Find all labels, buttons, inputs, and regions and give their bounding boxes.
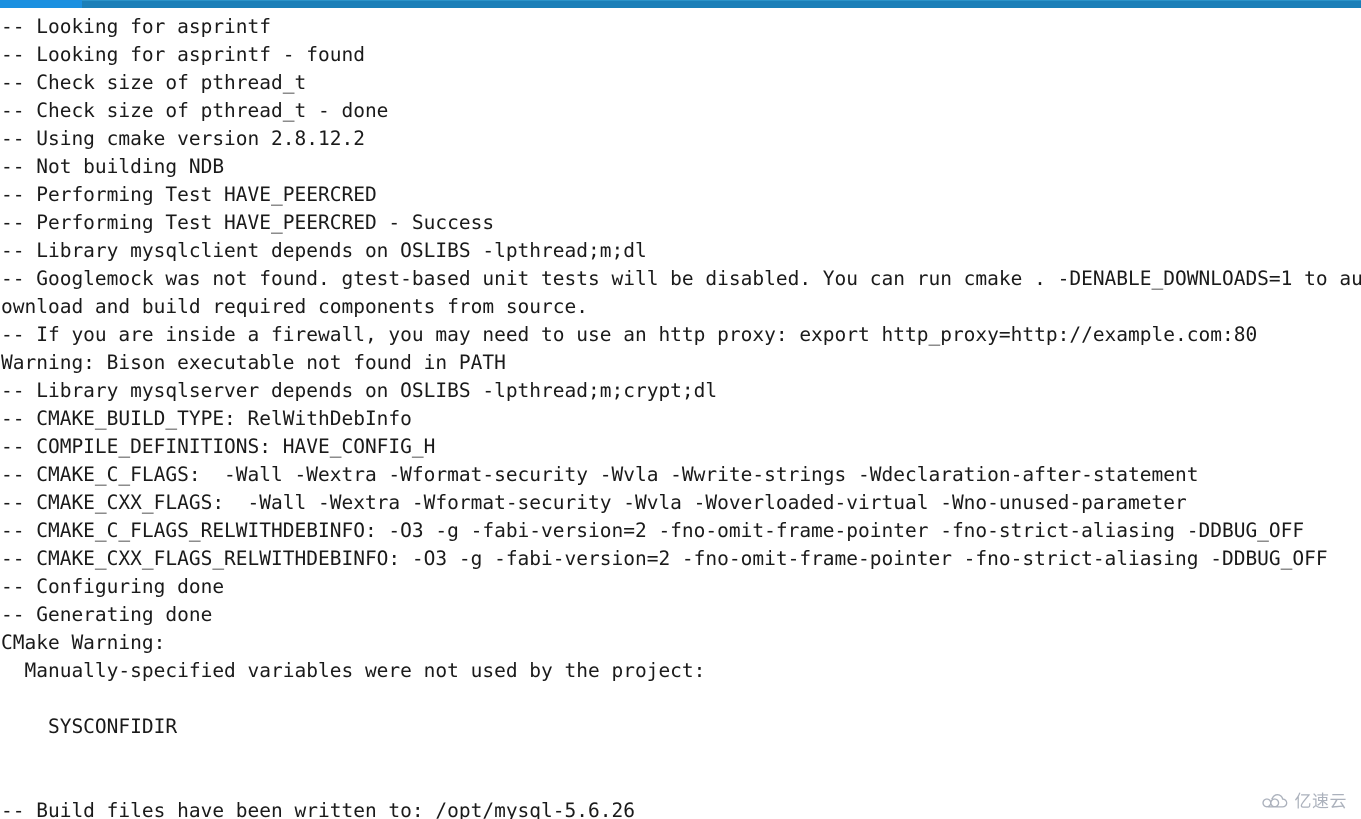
terminal-line: -- COMPILE_DEFINITIONS: HAVE_CONFIG_H: [1, 435, 436, 458]
terminal-line: -- Library mysqlserver depends on OSLIBS…: [1, 379, 718, 402]
title-bar-background: [82, 0, 1361, 8]
terminal-line: -- CMAKE_CXX_FLAGS_RELWITHDEBINFO: -O3 -…: [1, 547, 1328, 570]
terminal-line: -- Performing Test HAVE_PEERCRED - Succe…: [1, 211, 495, 234]
terminal-line: -- Check size of pthread_t: [1, 71, 307, 94]
terminal-line: -- Performing Test HAVE_PEERCRED: [1, 183, 377, 206]
terminal-line: -- Looking for asprintf - found: [1, 43, 365, 66]
terminal-line: CMake Warning:: [1, 631, 166, 654]
terminal-line: -- Check size of pthread_t - done: [1, 99, 389, 122]
terminal-line: -- Configuring done: [1, 575, 225, 598]
terminal-line: -- Looking for asprintf: [1, 15, 272, 38]
active-tab-indicator[interactable]: [0, 0, 82, 8]
terminal-line: -- Build files have been written to: /op…: [1, 799, 635, 819]
terminal-line: -- CMAKE_CXX_FLAGS: -Wall -Wextra -Wform…: [1, 491, 1187, 514]
terminal-line: -- Googlemock was not found. gtest-based…: [1, 267, 1361, 290]
terminal-line: -- Generating done: [1, 603, 213, 626]
terminal-line: -- Not building NDB: [1, 155, 225, 178]
terminal-line: -- Using cmake version 2.8.12.2: [1, 127, 365, 150]
terminal-line: -- CMAKE_BUILD_TYPE: RelWithDebInfo: [1, 407, 412, 430]
terminal-output-pane[interactable]: -- Looking for asprintf -- Looking for as…: [0, 8, 1361, 819]
terminal-line: -- Library mysqlclient depends on OSLIBS…: [1, 239, 647, 262]
cloud-icon: [1261, 794, 1287, 808]
terminal-line: -- CMAKE_C_FLAGS_RELWITHDEBINFO: -O3 -g …: [1, 519, 1305, 542]
watermark: 亿速云: [1260, 793, 1348, 811]
terminal-line: ownload and build required components fr…: [1, 295, 588, 318]
terminal-line: -- If you are inside a firewall, you may…: [1, 323, 1258, 346]
terminal-line: Manually-specified variables were not us…: [1, 659, 706, 682]
terminal-line-list: -- Looking for asprintf -- Looking for as…: [0, 8, 1361, 819]
window-title-bar: [0, 0, 1361, 8]
terminal-line: SYSCONFIDIR: [1, 715, 178, 738]
terminal-line: Warning: Bison executable not found in P…: [1, 351, 506, 374]
watermark-text: 亿速云: [1294, 792, 1347, 812]
terminal-line: -- CMAKE_C_FLAGS: -Wall -Wextra -Wformat…: [1, 463, 1199, 486]
